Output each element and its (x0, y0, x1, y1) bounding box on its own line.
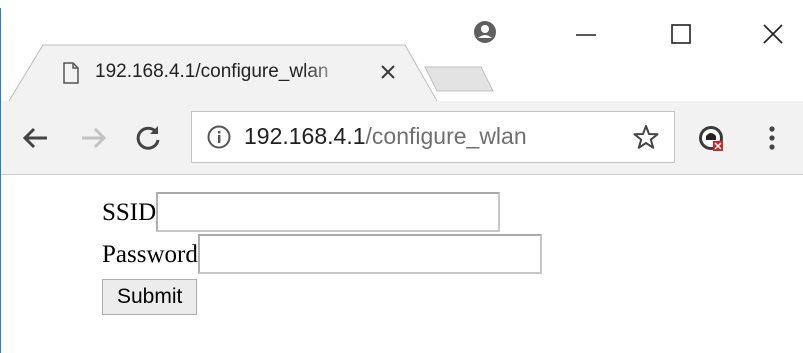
tab-title: 192.168.4.1/configure_wlan (95, 61, 329, 82)
maximize-button[interactable] (661, 18, 701, 50)
wlan-config-form: SSID Password Submit (102, 192, 542, 315)
tab-active[interactable]: 192.168.4.1/configure_wlan (9, 44, 445, 102)
star-icon[interactable] (632, 123, 660, 151)
submit-button[interactable]: Submit (102, 279, 198, 315)
password-input[interactable] (197, 234, 542, 274)
url-path: /configure_wlan (365, 123, 527, 149)
minimize-button[interactable] (566, 18, 606, 50)
title-bar: 192.168.4.1/configure_wlan (1, 8, 803, 102)
password-row: Password (102, 234, 542, 276)
reload-icon[interactable] (131, 121, 165, 155)
info-icon[interactable] (206, 124, 232, 150)
password-label: Password (102, 241, 198, 268)
ssid-label: SSID (102, 199, 157, 226)
ssid-input[interactable] (156, 192, 501, 232)
browser-toolbar: 192.168.4.1/configure_wlan (1, 101, 803, 175)
page-content: SSID Password Submit (1, 175, 803, 353)
tab-close-icon[interactable] (377, 61, 399, 83)
back-arrow-icon[interactable] (19, 121, 53, 155)
extension-icon[interactable] (696, 123, 726, 153)
close-window-button[interactable] (753, 18, 793, 50)
url-host: 192.168.4.1 (244, 123, 366, 149)
new-tab-button[interactable] (421, 62, 495, 96)
document-icon (62, 62, 80, 84)
browser-window: 192.168.4.1/configure_wlan 192.168.4.1/c… (0, 8, 803, 353)
url-text: 192.168.4.1/configure_wlan (244, 123, 527, 150)
address-bar[interactable]: 192.168.4.1/configure_wlan (191, 111, 675, 163)
forward-arrow-icon[interactable] (76, 121, 110, 155)
ssid-row: SSID (102, 192, 542, 234)
profile-icon[interactable] (473, 20, 497, 44)
menu-kebab-icon[interactable] (766, 121, 778, 155)
